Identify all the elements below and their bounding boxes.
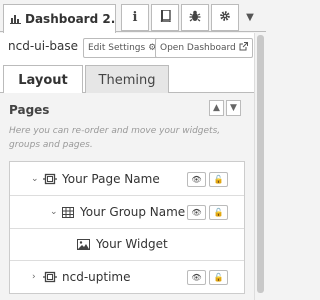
- eye-icon: 👁: [191, 208, 202, 217]
- eye-icon: 👁: [191, 273, 202, 282]
- page-icon: [43, 173, 57, 185]
- chevron-down-icon: ▼: [230, 103, 237, 113]
- visibility-toggle-button[interactable]: 👁: [187, 270, 206, 285]
- expand-all-button[interactable]: ▲: [209, 100, 224, 116]
- visibility-toggle-button[interactable]: 👁: [187, 205, 206, 220]
- tree-row-label: Your Page Name: [62, 172, 160, 186]
- gear-icon: [219, 10, 231, 25]
- pages-tree: ⌄ Your Page Name 👁 🔓 ⌄ Your Group Name 👁…: [9, 161, 245, 294]
- unlock-icon: 🔓: [213, 208, 224, 217]
- tree-row-widget[interactable]: Your Widget: [10, 229, 244, 259]
- lock-toggle-button[interactable]: 🔓: [209, 172, 228, 187]
- tab-layout-label: Layout: [18, 72, 68, 88]
- group-grid-icon: [62, 206, 74, 218]
- pages-help-text: Here you can re-order and move your widg…: [9, 126, 221, 150]
- tree-row-page[interactable]: › ncd-uptime 👁 🔓: [10, 262, 244, 292]
- layout-tabs: Layout Theming: [0, 63, 254, 94]
- tab-theming-label: Theming: [98, 72, 156, 88]
- pages-heading: Pages: [9, 103, 50, 117]
- tab-dashboard-label: Dashboard 2.0: [25, 12, 116, 26]
- help-button[interactable]: [151, 4, 179, 31]
- tree-row-group[interactable]: ⌄ Your Group Name 👁 🔓: [10, 197, 244, 227]
- chevron-down-icon[interactable]: ⌄: [50, 207, 58, 217]
- lock-toggle-button[interactable]: 🔓: [209, 205, 228, 220]
- node-name: ncd-ui-base: [8, 39, 79, 53]
- open-dashboard-label: Open Dashboard: [160, 43, 236, 53]
- sidebar-tab-bar: Dashboard 2.0 i ▼: [0, 0, 266, 33]
- tab-dashboard[interactable]: Dashboard 2.0: [3, 4, 116, 33]
- layout-pane: Pages ▲ ▼ Here you can re-order and move…: [0, 93, 254, 300]
- debug-button[interactable]: [181, 4, 209, 31]
- open-dashboard-button[interactable]: Open Dashboard: [155, 38, 253, 58]
- chart-icon: [10, 14, 21, 24]
- edit-settings-button[interactable]: Edit Settings ⚙: [83, 38, 162, 58]
- sidebar-menu-caret[interactable]: ▼: [240, 4, 260, 31]
- chevron-up-icon: ▲: [213, 103, 220, 113]
- widget-image-icon: [77, 238, 90, 250]
- info-button[interactable]: i: [121, 4, 149, 31]
- tree-row-label: ncd-uptime: [62, 270, 131, 284]
- book-icon: [160, 9, 171, 25]
- tree-row-label: Your Group Name: [80, 205, 186, 219]
- unlock-icon: 🔓: [213, 175, 224, 184]
- divider: [10, 195, 244, 196]
- collapse-all-button[interactable]: ▼: [226, 100, 241, 116]
- external-link-icon: [239, 42, 248, 54]
- tree-row-page[interactable]: ⌄ Your Page Name 👁 🔓: [10, 164, 244, 194]
- tab-theming[interactable]: Theming: [85, 65, 169, 94]
- info-icon: i: [132, 10, 138, 25]
- chevron-down-icon[interactable]: ⌄: [31, 174, 39, 184]
- tab-layout[interactable]: Layout: [3, 65, 83, 94]
- dashboard-panel: ncd-ui-base Edit Settings ⚙ Open Dashboa…: [0, 33, 254, 300]
- lock-toggle-button[interactable]: 🔓: [209, 270, 228, 285]
- vertical-scrollbar[interactable]: [254, 33, 266, 300]
- page-icon: [43, 271, 57, 283]
- bug-icon: [189, 10, 201, 25]
- tree-row-label: Your Widget: [96, 237, 168, 251]
- config-button[interactable]: [211, 4, 239, 31]
- unlock-icon: 🔓: [213, 273, 224, 282]
- chevron-right-icon[interactable]: ›: [32, 272, 36, 282]
- caret-down-icon: ▼: [246, 12, 254, 23]
- eye-icon: 👁: [191, 175, 202, 184]
- visibility-toggle-button[interactable]: 👁: [187, 172, 206, 187]
- node-row: ncd-ui-base Edit Settings ⚙ Open Dashboa…: [0, 33, 254, 61]
- edit-settings-label: Edit Settings: [88, 43, 146, 53]
- divider: [10, 260, 244, 261]
- scrollbar-thumb[interactable]: [257, 35, 264, 293]
